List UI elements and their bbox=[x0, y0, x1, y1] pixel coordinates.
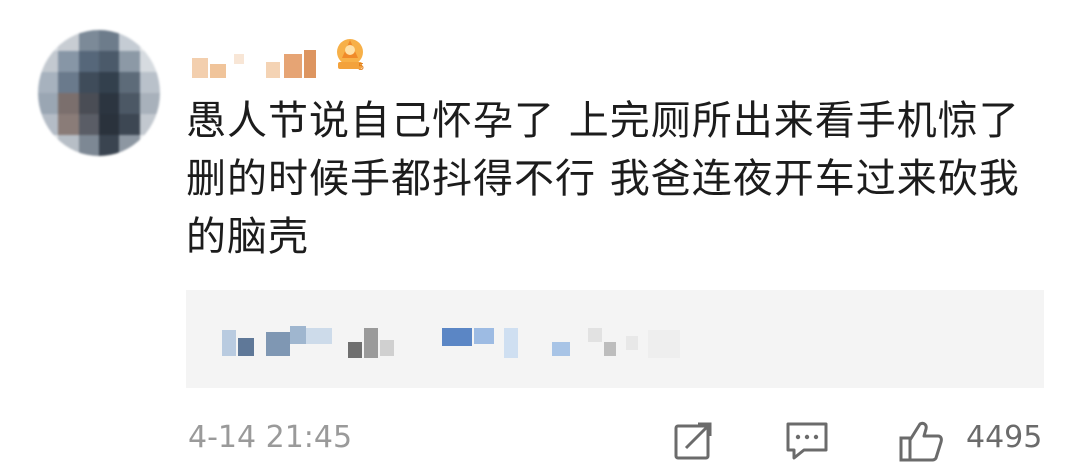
post-timestamp: 4-14 21:45 bbox=[188, 420, 353, 455]
comment-icon[interactable] bbox=[784, 418, 830, 462]
quoted-reply[interactable] bbox=[186, 290, 1044, 388]
like-count: 4495 bbox=[966, 420, 1043, 455]
membership-badge-icon: 5 bbox=[337, 39, 364, 73]
like-icon[interactable] bbox=[898, 418, 944, 464]
post-content: 愚人节说自己怀孕了 上完厕所出来看手机惊了 删的时候手都抖得不行 我爸连夜开车过… bbox=[186, 98, 1020, 260]
share-icon[interactable] bbox=[672, 418, 716, 462]
avatar[interactable] bbox=[38, 30, 160, 156]
svg-text:5: 5 bbox=[358, 62, 364, 73]
